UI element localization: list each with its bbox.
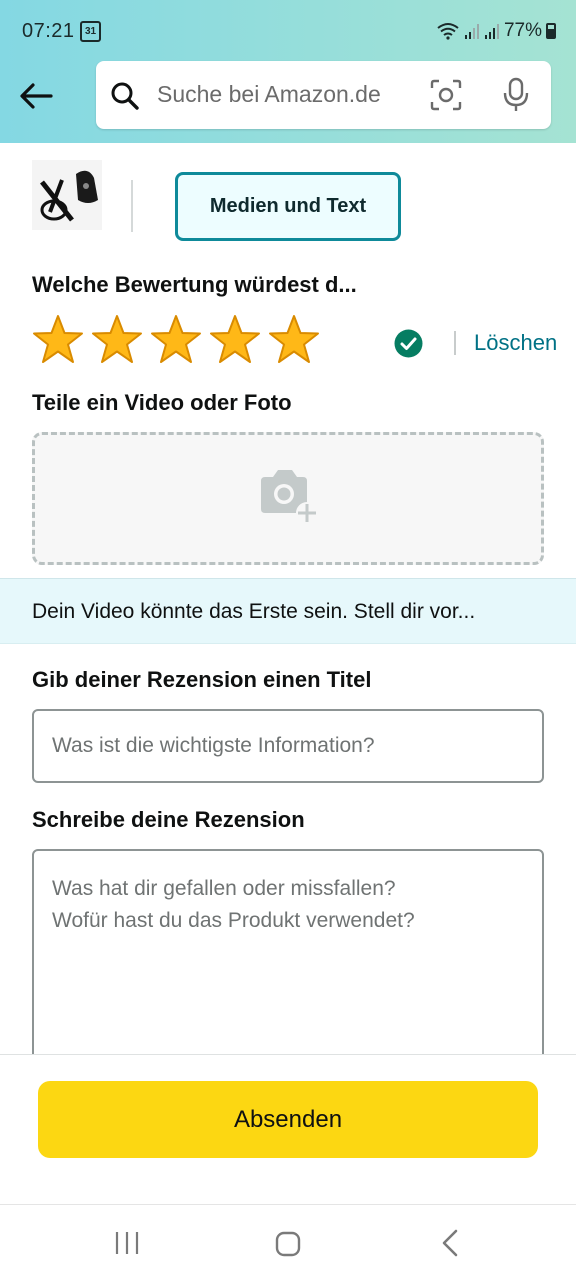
info-banner: Dein Video könnte das Erste sein. Stell … <box>0 578 576 644</box>
submit-panel: Absenden <box>0 1054 576 1204</box>
product-thumbnail <box>32 160 102 230</box>
status-indicators: 77% <box>436 20 556 42</box>
product-image <box>32 160 102 230</box>
signal-icon-1 <box>464 24 479 39</box>
rating-question: Welche Bewertung würdest d... <box>32 272 357 297</box>
recents-icon[interactable] <box>114 1231 140 1255</box>
star-icon[interactable] <box>150 314 202 366</box>
star-icon[interactable] <box>209 314 261 366</box>
separator <box>454 331 456 355</box>
home-icon[interactable] <box>275 1231 301 1257</box>
add-photo-icon <box>261 470 318 524</box>
star-rating[interactable] <box>32 314 320 366</box>
review-body-label: Schreibe deine Rezension <box>32 807 305 832</box>
system-nav-bar <box>0 1204 576 1280</box>
microphone-icon[interactable] <box>502 77 530 113</box>
review-title-label: Gib deiner Rezension einen Titel <box>32 667 372 692</box>
media-upload-label: Teile ein Video oder Foto <box>32 390 292 415</box>
status-time: 07:21 <box>22 20 75 42</box>
media-upload-area[interactable] <box>32 432 544 565</box>
status-bar: 07:21 31 77% <box>0 0 576 60</box>
search-bar[interactable]: Suche bei Amazon.de <box>96 61 551 129</box>
camera-lens-icon[interactable] <box>430 79 462 111</box>
review-title-input[interactable] <box>32 709 544 783</box>
submit-button[interactable]: Absenden <box>38 1081 538 1158</box>
star-icon[interactable] <box>32 314 84 366</box>
star-icon[interactable] <box>268 314 320 366</box>
app-header: 07:21 31 77% Suche bei Amazon.de <box>0 0 576 143</box>
review-body-textarea[interactable] <box>32 849 544 1079</box>
back-button[interactable] <box>16 76 56 116</box>
search-icon <box>111 82 139 110</box>
star-icon[interactable] <box>91 314 143 366</box>
calendar-icon: 31 <box>80 21 101 42</box>
delete-rating-link[interactable]: Löschen <box>474 330 557 356</box>
divider <box>131 180 133 232</box>
search-input[interactable]: Suche bei Amazon.de <box>157 81 381 108</box>
battery-icon <box>546 23 556 39</box>
battery-percent: 77% <box>503 20 542 41</box>
check-circle-icon <box>394 329 423 358</box>
signal-icon-2 <box>484 24 499 39</box>
back-arrow-icon <box>20 83 53 109</box>
nav-back-icon[interactable] <box>440 1229 460 1257</box>
wifi-icon <box>437 23 459 40</box>
media-and-text-button[interactable]: Medien und Text <box>175 172 401 241</box>
